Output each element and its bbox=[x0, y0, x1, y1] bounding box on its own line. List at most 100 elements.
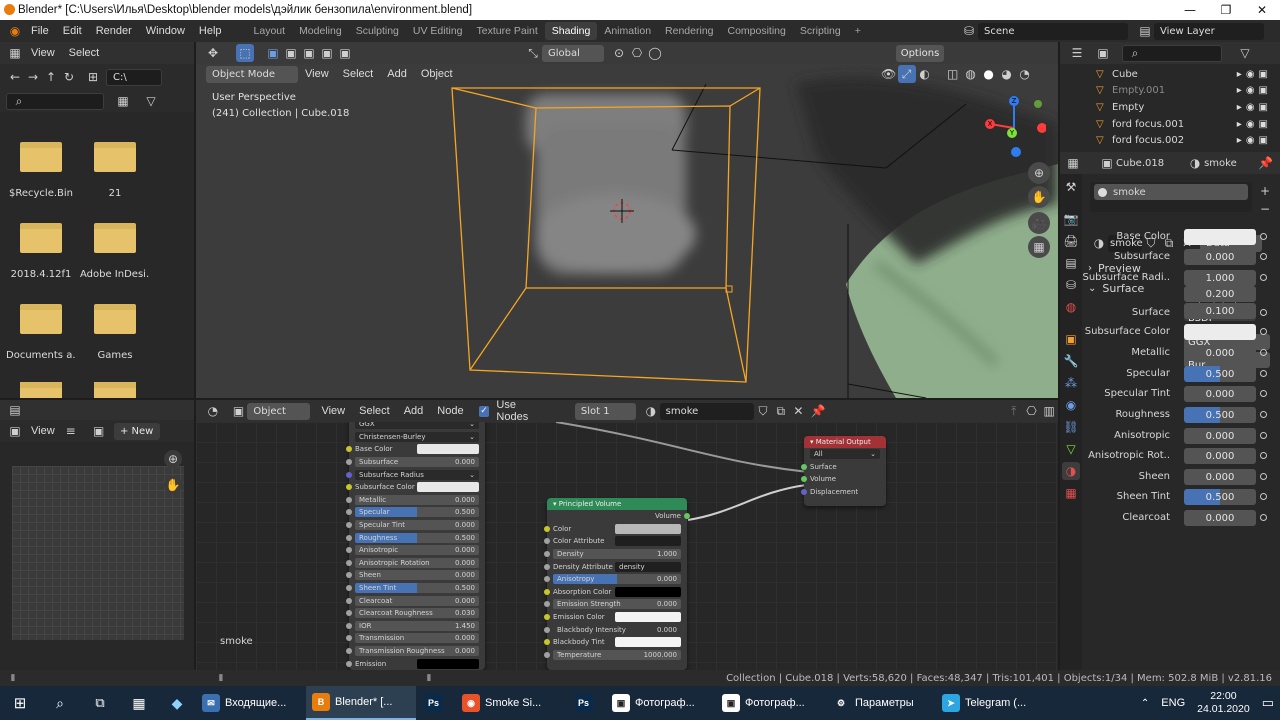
folder-item[interactable]: Adobe InDesi.. bbox=[80, 219, 150, 289]
task-view-button[interactable]: ⧉ bbox=[80, 686, 120, 720]
input-socket[interactable] bbox=[346, 635, 352, 642]
folder-item[interactable]: 2018.4.12f1 bbox=[6, 219, 76, 289]
property-link-icon[interactable] bbox=[1260, 253, 1267, 260]
path-field[interactable]: C:\ bbox=[106, 68, 162, 86]
new-image-button[interactable]: + New bbox=[113, 422, 160, 440]
restriction-icons[interactable]: ▸◉▣ bbox=[1237, 119, 1272, 130]
property-value-field[interactable]: 1.000 bbox=[1184, 270, 1256, 286]
input-socket[interactable] bbox=[544, 601, 550, 608]
start-button[interactable]: ⊞ bbox=[0, 686, 40, 720]
select-mode-intersect-icon[interactable]: ▣ bbox=[336, 44, 354, 62]
input-socket[interactable] bbox=[346, 534, 352, 541]
select-mode-new-icon[interactable]: ▣ bbox=[264, 44, 282, 62]
outliner-search-input[interactable]: ⌕ bbox=[1122, 44, 1222, 62]
outliner-filter-icon[interactable]: ▽ bbox=[1236, 44, 1254, 62]
image-canvas[interactable] bbox=[12, 466, 184, 640]
outliner-item[interactable]: ▽ ford focus.002 ▸◉▣ bbox=[1060, 132, 1280, 149]
menu-window[interactable]: Window bbox=[139, 25, 192, 37]
bsdf-value-field[interactable]: Sheen 0.000 bbox=[355, 570, 479, 581]
bsdf-value-field[interactable]: Anisotropic Rotation 0.000 bbox=[355, 557, 479, 568]
folder-item[interactable]: 21 bbox=[80, 138, 150, 208]
node-menu-node[interactable]: Node bbox=[430, 405, 470, 417]
surface-panel-header[interactable]: ⌄ Surface bbox=[1088, 282, 1144, 295]
folder-icon[interactable] bbox=[94, 382, 136, 398]
menu-help[interactable]: Help bbox=[192, 25, 229, 37]
bsdf-value-field[interactable]: Specular Tint 0.000 bbox=[355, 520, 479, 531]
solid-shading-icon[interactable]: ● bbox=[980, 65, 998, 83]
snap-node-icon[interactable]: ⎔ bbox=[1023, 402, 1041, 420]
add-slot-icon[interactable]: + bbox=[1256, 182, 1274, 200]
volume-value-field[interactable]: Anisotropy 0.000 bbox=[553, 574, 681, 585]
taskbar-app[interactable]: ▣ Фотограф... bbox=[716, 686, 826, 720]
input-socket[interactable] bbox=[346, 547, 352, 554]
fake-user-icon[interactable]: ⛉ bbox=[754, 402, 772, 420]
node-menu-view[interactable]: View bbox=[314, 405, 352, 417]
refresh-icon[interactable]: ↻ bbox=[60, 68, 78, 86]
tab-animation[interactable]: Animation bbox=[597, 22, 658, 40]
calculator-icon[interactable]: ▦ bbox=[120, 686, 158, 720]
bsdf-value-field[interactable]: Transmission 0.000 bbox=[355, 633, 479, 644]
material-shading-icon[interactable]: ◕ bbox=[998, 65, 1016, 83]
tab-rendering[interactable]: Rendering bbox=[658, 22, 720, 40]
clock[interactable]: 22:00 24.01.2020 bbox=[1191, 686, 1256, 720]
input-socket[interactable] bbox=[346, 647, 352, 654]
input-socket[interactable] bbox=[346, 572, 352, 579]
bsdf-value-field[interactable]: Roughness 0.500 bbox=[355, 532, 479, 543]
folder-icon[interactable] bbox=[20, 382, 62, 398]
language-indicator[interactable]: ENG bbox=[1155, 686, 1191, 720]
input-socket[interactable] bbox=[544, 588, 550, 595]
pan-hand-icon[interactable]: ✋ bbox=[164, 476, 182, 494]
property-link-icon[interactable] bbox=[1260, 370, 1267, 377]
input-socket[interactable] bbox=[544, 626, 550, 633]
tab-modifiers-icon[interactable]: 🔧 bbox=[1062, 352, 1080, 370]
color-swatch[interactable] bbox=[615, 637, 681, 648]
viewport-menu-select[interactable]: Select bbox=[336, 68, 381, 80]
folder-item[interactable]: Documents a.. bbox=[6, 300, 76, 370]
tab-constraints-icon[interactable]: ⛓ bbox=[1062, 418, 1080, 436]
editor-type-icon-2[interactable]: ▤ bbox=[6, 401, 24, 419]
display-mode-icon-2[interactable]: ▣ bbox=[1094, 44, 1112, 62]
gizmo-x-axis[interactable]: X bbox=[985, 119, 995, 129]
taskbar-app[interactable]: ✉ Входящие... bbox=[196, 686, 306, 720]
tab-data-icon[interactable]: ▽ bbox=[1062, 440, 1080, 458]
properties-type-icon[interactable]: ▦ bbox=[1064, 154, 1082, 172]
proportional-icon[interactable]: ◯ bbox=[646, 44, 664, 62]
gizmo-y-axis[interactable]: Y bbox=[1007, 128, 1017, 138]
object-mode-select[interactable]: Object Mode bbox=[206, 65, 298, 83]
options-button[interactable]: Options bbox=[896, 44, 944, 62]
tab-render-icon[interactable]: 📷 bbox=[1062, 210, 1080, 228]
volume-value-field[interactable]: Emission Strength 0.000 bbox=[553, 599, 681, 610]
outliner-item[interactable]: ▽ Empty.001 ▸◉▣ bbox=[1060, 83, 1280, 100]
node-editor-canvas[interactable]: GGX ⌄ Christensen-Burley ⌄ Base Color Subsurf… bbox=[196, 422, 1058, 670]
input-socket[interactable] bbox=[346, 484, 352, 491]
principled-volume-node[interactable]: ▾ Principled Volume Volume Color Color At… bbox=[544, 498, 690, 670]
hamburger-icon[interactable]: ≡ bbox=[62, 422, 80, 440]
add-workspace-button[interactable]: + bbox=[848, 22, 868, 40]
material-slot-item[interactable]: smoke bbox=[1094, 184, 1248, 200]
taskbar-app[interactable]: B Blender* [... bbox=[306, 686, 416, 720]
input-socket[interactable] bbox=[346, 509, 352, 516]
node-menu-select[interactable]: Select bbox=[352, 405, 397, 417]
bsdf-value-field[interactable]: Subsurface 0.000 bbox=[355, 457, 479, 468]
output-target-select[interactable]: All ⌄ bbox=[810, 449, 880, 460]
input-socket[interactable] bbox=[544, 563, 550, 570]
volume-value-field[interactable]: Temperature 1000.000 bbox=[553, 649, 681, 660]
material-browse-icon[interactable]: ◑ bbox=[642, 402, 660, 420]
material-output-header[interactable]: ▾ Material Output bbox=[804, 436, 886, 448]
pinned-app-icon[interactable]: ◆ bbox=[158, 686, 196, 720]
remove-slot-icon[interactable]: − bbox=[1256, 200, 1274, 218]
zoom-icon[interactable]: ⊕ bbox=[164, 450, 182, 468]
view-layer-selector[interactable]: View Layer bbox=[1154, 22, 1264, 40]
tab-shading[interactable]: Shading bbox=[544, 22, 598, 40]
tab-tool-icon[interactable]: ⚒ bbox=[1062, 178, 1080, 196]
surface-link-icon[interactable] bbox=[1260, 309, 1267, 316]
forward-icon[interactable]: → bbox=[24, 68, 42, 86]
property-link-icon[interactable] bbox=[1260, 452, 1267, 459]
taskbar-app[interactable]: Ps bbox=[566, 686, 606, 720]
property-value-field[interactable]: 0.000 bbox=[1184, 386, 1256, 402]
tab-uv-editing[interactable]: UV Editing bbox=[406, 22, 470, 40]
tab-modeling[interactable]: Modeling bbox=[292, 22, 349, 40]
property-value-field[interactable]: 0.500 bbox=[1184, 407, 1256, 423]
slot-select[interactable]: Slot 1 bbox=[574, 402, 636, 420]
color-swatch[interactable] bbox=[417, 482, 479, 493]
